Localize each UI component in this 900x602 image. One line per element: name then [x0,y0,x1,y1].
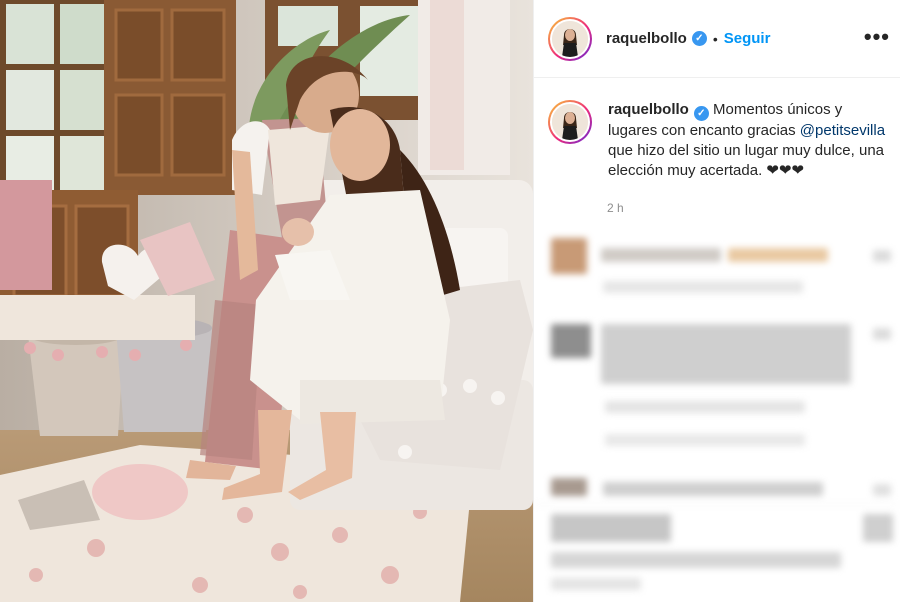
caption-verified-badge-icon: ✓ [693,106,709,121]
caption-avatar[interactable] [548,100,592,144]
caption-text: raquelbollo ✓ Momentos únicos y lugares c… [608,100,893,181]
follow-button[interactable]: Seguir [724,30,771,47]
post-photo-illustration [0,0,533,602]
header-username[interactable]: raquelbollo [606,30,687,47]
more-options-icon[interactable]: ••• [864,26,890,48]
avatar-photo [552,20,588,57]
profile-avatar[interactable] [548,16,592,61]
caption-username[interactable]: raquelbollo [608,101,689,118]
header-separator: • [712,30,718,47]
post-timestamp[interactable]: 2 h [607,201,624,215]
blurred-comments [533,226,900,602]
verified-badge-icon: ✓ [691,31,707,46]
caption-text-part-2: que hizo del sitio un lugar muy dulce, u… [608,142,885,179]
caption-avatar-photo [552,104,588,140]
caption-mention-link[interactable]: @petitsevilla [800,122,885,139]
post-caption: raquelbollo ✓ Momentos únicos y lugares c… [548,100,893,181]
post-photo[interactable] [0,0,533,602]
post-header: raquelbollo ✓ • Seguir [534,0,900,78]
